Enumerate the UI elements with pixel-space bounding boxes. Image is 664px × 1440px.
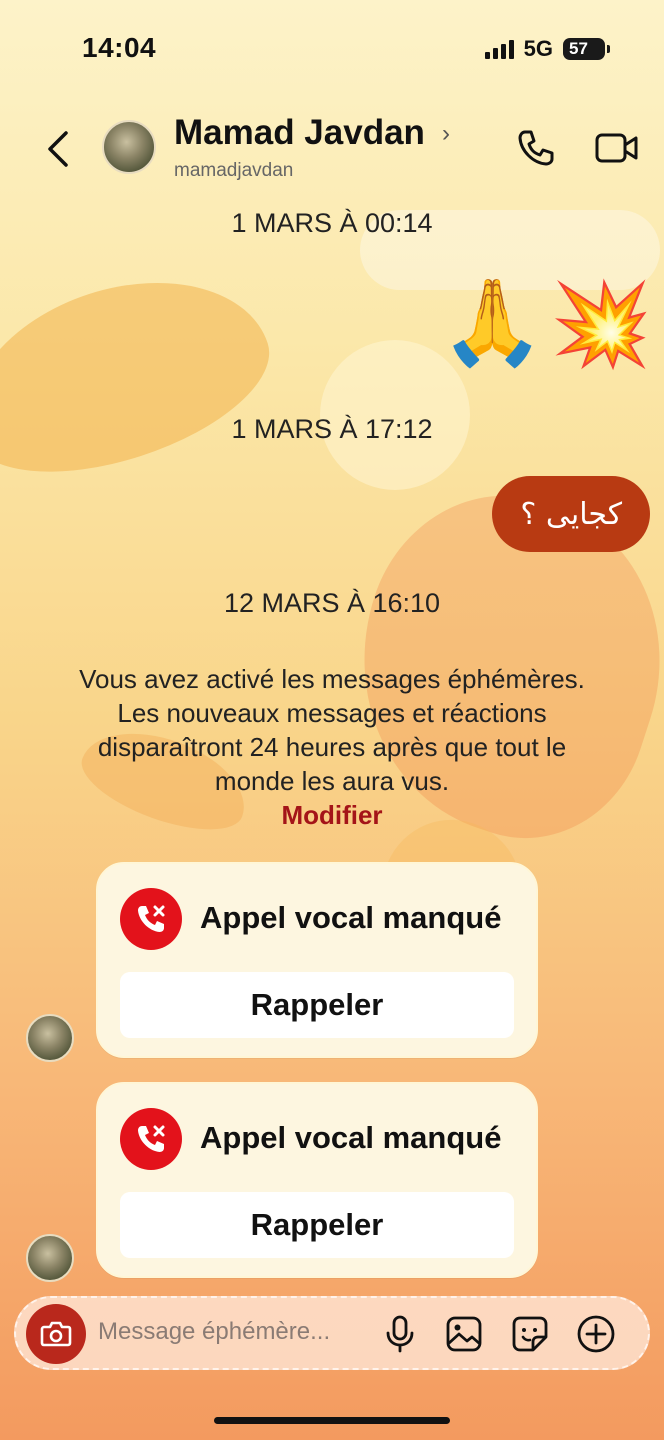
date-separator: 1 MARS À 17:12 bbox=[231, 414, 433, 444]
network-label: 5G bbox=[523, 36, 553, 61]
camera-icon bbox=[40, 1321, 72, 1347]
sticker-icon bbox=[512, 1316, 548, 1352]
phone-icon bbox=[518, 130, 554, 166]
signal-icon bbox=[484, 39, 514, 59]
voice-call-button[interactable] bbox=[512, 124, 560, 172]
chevron-right-icon[interactable]: › bbox=[442, 120, 450, 148]
modify-link[interactable]: Modifier bbox=[60, 798, 604, 832]
sticker-button[interactable] bbox=[508, 1312, 552, 1356]
message-composer: Message éphémère... bbox=[14, 1296, 650, 1370]
emoji-message[interactable]: 🙏 bbox=[440, 280, 545, 364]
contact-avatar[interactable] bbox=[102, 120, 156, 174]
missed-call-card: Appel vocal manqué Rappeler bbox=[96, 1082, 538, 1278]
add-button[interactable] bbox=[574, 1312, 618, 1356]
video-camera-icon bbox=[595, 133, 638, 163]
video-call-button[interactable] bbox=[592, 124, 642, 172]
outgoing-message[interactable]: کجایی ؟ bbox=[492, 476, 650, 552]
chevron-left-icon bbox=[48, 131, 68, 167]
missed-call-title: Appel vocal manqué bbox=[200, 900, 502, 935]
message-input[interactable]: Message éphémère... bbox=[98, 1318, 330, 1346]
plus-circle-icon bbox=[577, 1315, 615, 1353]
sender-avatar[interactable] bbox=[26, 1234, 74, 1282]
contact-name[interactable]: Mamad Javdan bbox=[174, 113, 425, 153]
date-separator: 1 MARS À 00:14 bbox=[231, 208, 433, 238]
battery-level: 57 bbox=[569, 39, 588, 58]
image-icon bbox=[446, 1316, 482, 1352]
battery-cap bbox=[607, 45, 610, 53]
call-back-button[interactable]: Rappeler bbox=[120, 1192, 514, 1258]
status-indicators: 5G 57 bbox=[484, 36, 610, 62]
camera-button[interactable] bbox=[26, 1304, 86, 1364]
missed-call-title: Appel vocal manqué bbox=[200, 1120, 502, 1155]
emoji-message[interactable]: 💥 bbox=[550, 284, 652, 366]
contact-username[interactable]: mamadjavdan bbox=[174, 160, 293, 182]
gallery-button[interactable] bbox=[442, 1312, 486, 1356]
status-time: 14:04 bbox=[82, 32, 157, 63]
ephemeral-info: Vous avez activé les messages éphémères.… bbox=[60, 662, 604, 832]
back-button[interactable] bbox=[38, 124, 78, 174]
missed-call-icon bbox=[120, 888, 182, 950]
call-back-button[interactable]: Rappeler bbox=[120, 972, 514, 1038]
microphone-icon bbox=[386, 1315, 414, 1353]
microphone-button[interactable] bbox=[378, 1312, 422, 1356]
date-separator: 12 MARS À 16:10 bbox=[223, 588, 441, 618]
missed-call-card: Appel vocal manqué Rappeler bbox=[96, 862, 538, 1058]
sender-avatar[interactable] bbox=[26, 1014, 74, 1062]
ephemeral-info-text: Vous avez activé les messages éphémères.… bbox=[79, 664, 585, 796]
battery-icon: 57 bbox=[563, 38, 605, 60]
home-indicator[interactable] bbox=[214, 1417, 450, 1424]
missed-call-icon bbox=[120, 1108, 182, 1170]
